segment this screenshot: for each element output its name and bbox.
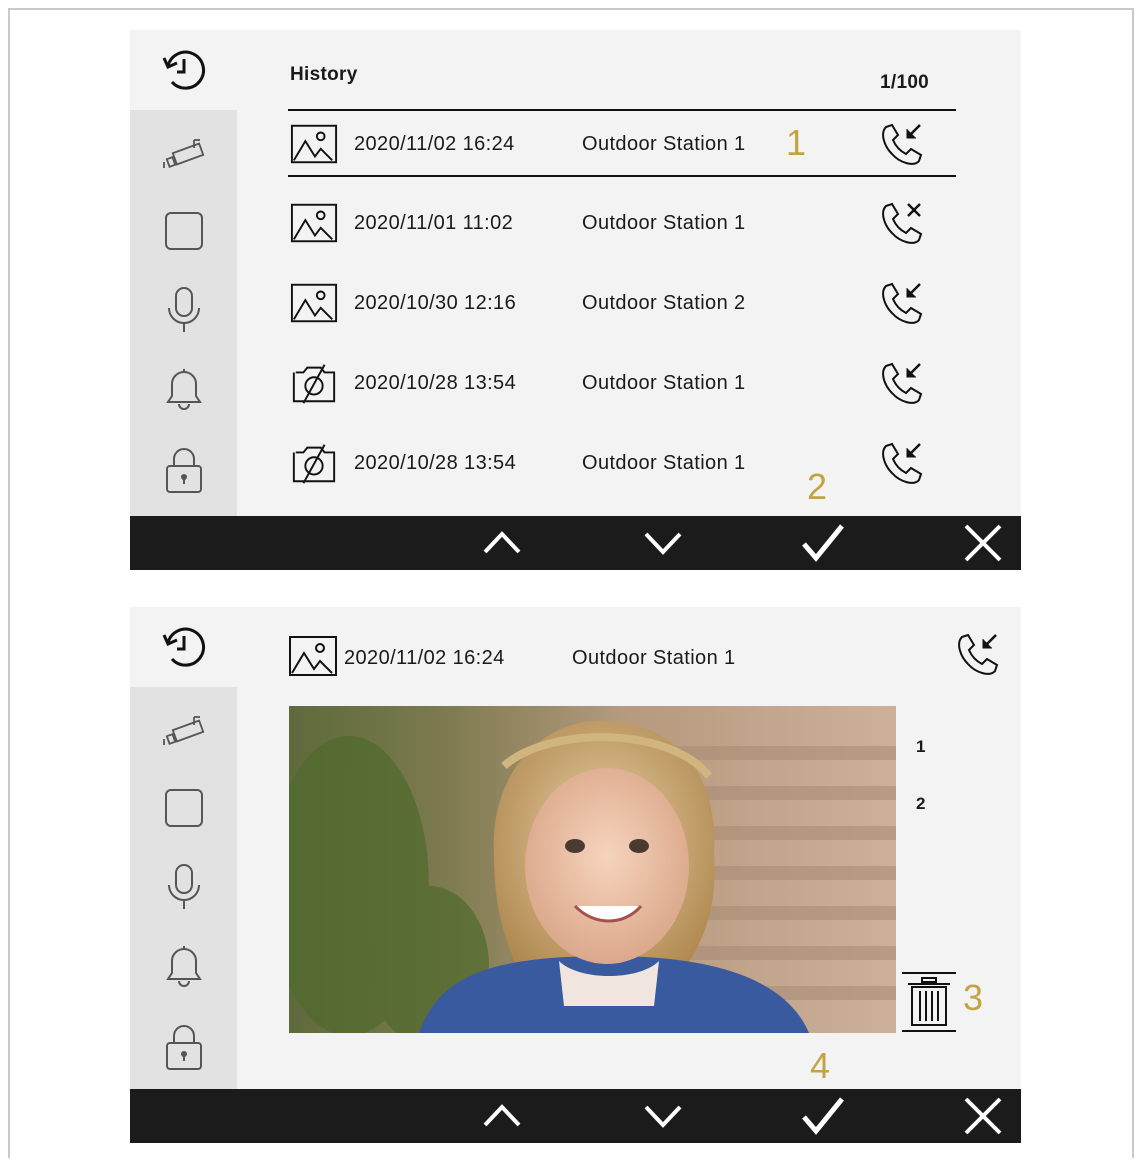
image-index-2[interactable]: 2 — [916, 794, 925, 814]
microphone-icon[interactable] — [158, 284, 210, 336]
down-arrow-icon[interactable] — [638, 1093, 688, 1139]
incoming-call-icon — [876, 360, 926, 408]
no-image-icon — [290, 362, 338, 404]
up-arrow-icon[interactable] — [477, 520, 527, 566]
bottom-bar — [130, 1089, 1021, 1143]
callout-marker-4: 4 — [810, 1045, 831, 1086]
image-icon — [288, 635, 338, 677]
close-icon[interactable] — [958, 1093, 1008, 1139]
row-station: Outdoor Station 1 — [582, 212, 746, 234]
lock-icon[interactable] — [158, 444, 210, 496]
callout-marker-1: 1 — [786, 122, 807, 163]
history-row[interactable]: 2020/10/30 12:16 Outdoor Station 2 — [288, 270, 956, 338]
history-detail-screen: 2020/11/02 16:24 Outdoor Station 1 1 2 3… — [130, 607, 1021, 1143]
image-index-1[interactable]: 1 — [916, 737, 925, 757]
camera-icon[interactable] — [158, 703, 210, 755]
image-icon — [290, 282, 338, 324]
row-date: 2020/10/28 13:54 — [354, 452, 517, 474]
incoming-call-icon — [876, 440, 926, 488]
row-date: 2020/10/28 13:54 — [354, 372, 517, 394]
row-station: Outdoor Station 2 — [582, 292, 746, 314]
sidebar — [130, 607, 237, 1093]
trash-icon[interactable] — [900, 969, 958, 1035]
image-icon — [290, 202, 338, 244]
incoming-call-icon — [876, 121, 926, 169]
square-icon[interactable] — [158, 782, 210, 834]
row-date: 2020/10/30 12:16 — [354, 292, 517, 314]
microphone-icon[interactable] — [158, 861, 210, 913]
history-row[interactable]: 2020/11/01 11:02 Outdoor Station 1 — [288, 190, 956, 258]
detail-date: 2020/11/02 16:24 — [344, 647, 505, 669]
row-station: Outdoor Station 1 — [582, 452, 746, 474]
row-station: Outdoor Station 1 — [582, 133, 746, 155]
page-title: History — [290, 64, 358, 85]
history-row[interactable]: 2020/11/02 16:24 Outdoor Station 1 — [288, 109, 956, 177]
page-indicator: 1/100 — [880, 72, 930, 93]
sidebar — [130, 30, 237, 516]
lock-icon[interactable] — [158, 1021, 210, 1073]
visitor-snapshot — [289, 706, 896, 1033]
history-row[interactable]: 2020/10/28 13:54 Outdoor Station 1 — [288, 430, 956, 498]
row-date: 2020/11/01 11:02 — [354, 212, 514, 234]
bell-icon[interactable] — [158, 941, 210, 993]
missed-call-icon — [876, 200, 926, 248]
history-row[interactable]: 2020/10/28 13:54 Outdoor Station 1 — [288, 350, 956, 418]
image-icon — [290, 123, 338, 165]
row-date: 2020/11/02 16:24 — [354, 133, 515, 155]
down-arrow-icon[interactable] — [638, 520, 688, 566]
callout-marker-2: 2 — [807, 466, 828, 507]
detail-station: Outdoor Station 1 — [572, 647, 736, 669]
history-list-screen: History 1/100 2020/11/02 16:24 Outdoor S… — [130, 30, 1021, 570]
incoming-call-icon — [876, 280, 926, 328]
confirm-check-icon[interactable] — [798, 1093, 848, 1139]
close-icon[interactable] — [958, 520, 1008, 566]
history-icon[interactable] — [158, 621, 210, 673]
row-station: Outdoor Station 1 — [582, 372, 746, 394]
bell-icon[interactable] — [158, 364, 210, 416]
incoming-call-icon — [952, 631, 1002, 679]
up-arrow-icon[interactable] — [477, 1093, 527, 1139]
confirm-check-icon[interactable] — [798, 520, 848, 566]
square-icon[interactable] — [158, 205, 210, 257]
history-icon[interactable] — [158, 44, 210, 96]
callout-marker-3: 3 — [963, 977, 984, 1018]
no-image-icon — [290, 442, 338, 484]
camera-icon[interactable] — [158, 126, 210, 178]
bottom-bar — [130, 516, 1021, 570]
